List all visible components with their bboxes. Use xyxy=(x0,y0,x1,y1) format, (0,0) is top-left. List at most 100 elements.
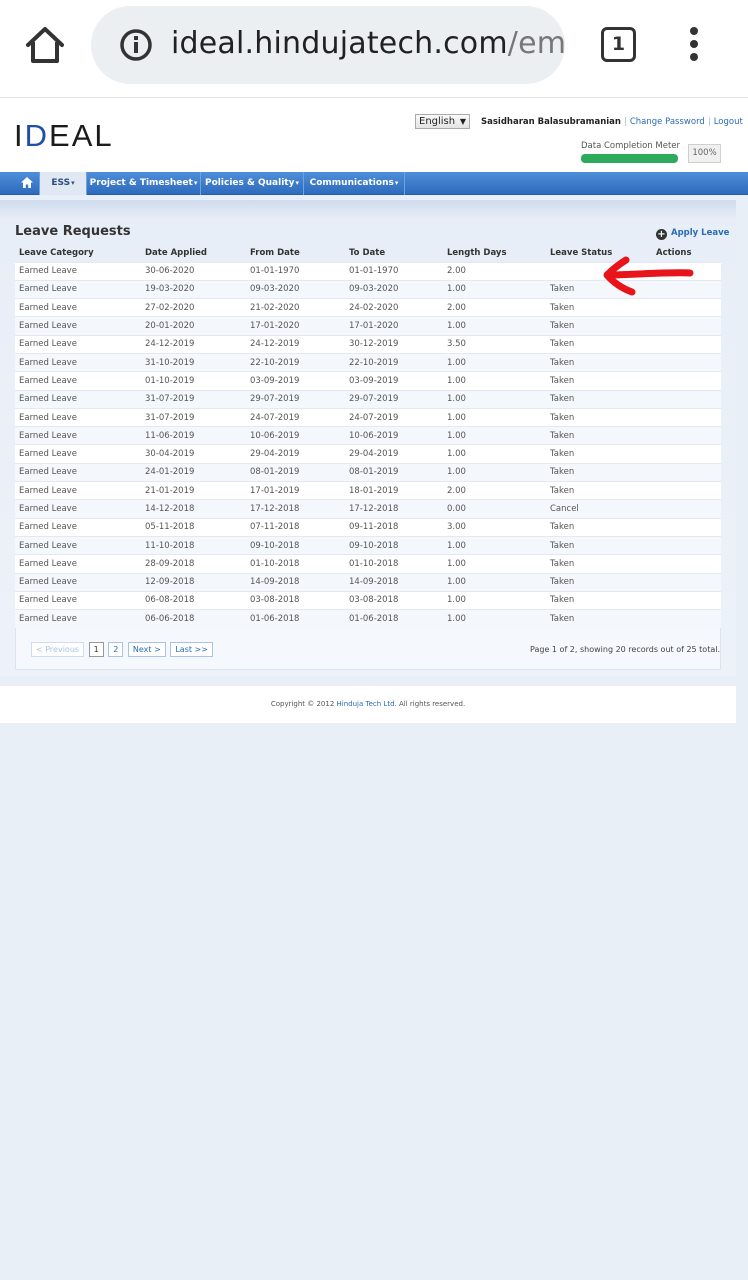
cell-leave-status: Taken xyxy=(546,572,652,592)
cell-date-applied: 31-07-2019 xyxy=(141,407,246,427)
cell-leave-category: Earned Leave xyxy=(15,261,141,281)
cell-date-applied: 30-04-2019 xyxy=(141,444,246,464)
page-summary: Page 1 of 2, showing 20 records out of 2… xyxy=(530,645,721,654)
cell-from-date: 17-01-2020 xyxy=(246,316,345,336)
more-menu-icon[interactable] xyxy=(686,27,702,63)
table-row: Earned Leave 05-11-2018 07-11-2018 09-11-20… xyxy=(15,517,721,537)
cell-from-date: 01-10-2018 xyxy=(246,554,345,574)
cell-to-date: 09-11-2018 xyxy=(345,517,443,537)
cell-leave-status: Taken xyxy=(546,609,652,628)
cell-to-date: 30-12-2019 xyxy=(345,334,443,354)
cell-length-days: 2.00 xyxy=(443,481,546,500)
cell-leave-category: Earned Leave xyxy=(15,279,141,299)
cell-leave-status: Taken xyxy=(546,590,652,610)
ideal-logo[interactable]: IDEAL xyxy=(14,118,114,154)
last-page-button[interactable]: Last >> xyxy=(170,642,213,657)
url-text[interactable]: ideal.hindujatech.com/empl xyxy=(171,26,565,61)
previous-page-button[interactable]: < Previous xyxy=(31,642,85,657)
cell-date-applied: 14-12-2018 xyxy=(141,499,246,519)
info-icon[interactable] xyxy=(119,28,153,62)
url-path: /empl xyxy=(507,26,565,61)
cell-from-date: 01-06-2018 xyxy=(246,609,345,628)
next-page-button[interactable]: Next > xyxy=(127,642,166,657)
cell-leave-category: Earned Leave xyxy=(15,407,141,427)
cell-leave-category: Earned Leave xyxy=(15,316,141,336)
plus-circle-icon: + xyxy=(656,229,667,240)
address-bar[interactable]: ideal.hindujatech.com/empl xyxy=(91,6,565,84)
page-1-button[interactable]: 1 xyxy=(88,642,104,657)
cell-leave-category: Earned Leave xyxy=(15,535,141,555)
cell-length-days: 1.00 xyxy=(443,609,546,628)
cell-date-applied: 01-10-2019 xyxy=(141,371,246,391)
cell-leave-category: Earned Leave xyxy=(15,572,141,592)
cell-length-days: 1.00 xyxy=(443,407,546,427)
cell-to-date: 09-10-2018 xyxy=(345,535,443,555)
table-row: Earned Leave 06-08-2018 03-08-2018 03-08-20… xyxy=(15,590,721,610)
nav-project-timesheet[interactable]: Project & Timesheet▾ xyxy=(87,172,201,195)
cell-leave-status: Taken xyxy=(546,316,652,336)
rights-text: All rights reserved. xyxy=(398,700,466,708)
cell-date-applied: 06-08-2018 xyxy=(141,590,246,610)
cell-to-date: 14-09-2018 xyxy=(345,572,443,592)
logout-link[interactable]: Logout xyxy=(714,117,743,127)
change-password-link[interactable]: Change Password xyxy=(630,117,705,127)
cell-from-date: 03-08-2018 xyxy=(246,590,345,610)
cell-leave-category: Earned Leave xyxy=(15,499,141,519)
cell-date-applied: 11-06-2019 xyxy=(141,426,246,445)
meter-label: Data Completion Meter xyxy=(581,141,681,151)
cell-to-date: 17-01-2020 xyxy=(345,316,443,336)
cell-from-date: 21-02-2020 xyxy=(246,298,345,317)
cell-actions xyxy=(652,609,721,628)
cell-leave-status: Taken xyxy=(546,334,652,354)
cell-from-date: 29-04-2019 xyxy=(246,444,345,464)
cell-leave-category: Earned Leave xyxy=(15,389,141,409)
cell-length-days: 1.00 xyxy=(443,371,546,391)
apply-leave-button[interactable]: + Apply Leave xyxy=(656,228,729,240)
nav-communications[interactable]: Communications▾ xyxy=(304,172,405,195)
cell-to-date: 03-08-2018 xyxy=(345,590,443,610)
cell-to-date: 03-09-2019 xyxy=(345,371,443,391)
page-title: Leave Requests xyxy=(15,224,131,239)
user-links: Sasidharan Balasubramanian | Change Passwo… xyxy=(481,117,743,127)
table-row: Earned Leave 24-12-2019 24-12-2019 30-12-20… xyxy=(15,334,721,354)
cell-leave-status: Taken xyxy=(546,298,652,317)
browser-toolbar: ideal.hindujatech.com/empl 1 xyxy=(0,0,748,98)
cell-actions xyxy=(652,554,721,574)
cell-actions xyxy=(652,298,721,317)
cell-actions xyxy=(652,407,721,427)
cell-length-days: 1.00 xyxy=(443,462,546,482)
cell-from-date: 24-12-2019 xyxy=(246,334,345,354)
content-panel: Leave Requests + Apply Leave Leave Catego… xyxy=(0,200,736,676)
cell-actions xyxy=(652,316,721,336)
tab-switcher-button[interactable]: 1 xyxy=(601,27,636,62)
company-link[interactable]: Hinduja Tech Ltd. xyxy=(337,700,397,708)
cell-from-date: 22-10-2019 xyxy=(246,352,345,372)
table-row: Earned Leave 31-07-2019 24-07-2019 24-07-20… xyxy=(15,407,721,427)
cell-actions xyxy=(652,426,721,445)
nav-communications-label: Communications xyxy=(309,178,394,188)
nav-ess[interactable]: ESS▾ xyxy=(40,172,87,195)
cell-leave-category: Earned Leave xyxy=(15,298,141,317)
table-row: Earned Leave 21-01-2019 17-01-2019 18-01-20… xyxy=(15,481,721,500)
cell-from-date: 29-07-2019 xyxy=(246,389,345,409)
cell-from-date: 17-01-2019 xyxy=(246,481,345,500)
caret-down-icon: ▾ xyxy=(193,179,198,187)
cell-leave-category: Earned Leave xyxy=(15,371,141,391)
cell-length-days: 1.00 xyxy=(443,444,546,464)
page-2-button[interactable]: 2 xyxy=(108,642,124,657)
col-from-date: From Date xyxy=(250,247,300,258)
nav-policies-quality[interactable]: Policies & Quality▾ xyxy=(201,172,304,195)
language-select[interactable]: English ▼ xyxy=(415,114,470,129)
table-row: Earned Leave 24-01-2019 08-01-2019 08-01-20… xyxy=(15,462,721,482)
cell-leave-status: Taken xyxy=(546,517,652,537)
cell-leave-category: Earned Leave xyxy=(15,554,141,574)
cell-date-applied: 31-10-2019 xyxy=(141,352,246,372)
home-icon[interactable] xyxy=(22,24,68,66)
table-body: Earned Leave 30-06-2020 01-01-1970 01-01-19… xyxy=(15,261,721,628)
cell-leave-status: Taken xyxy=(546,481,652,500)
main-nav: ESS▾ Project & Timesheet▾ Policies & Qua… xyxy=(0,172,748,195)
table-row: Earned Leave 14-12-2018 17-12-2018 17-12-20… xyxy=(15,499,721,519)
cell-leave-category: Earned Leave xyxy=(15,352,141,372)
cell-to-date: 29-04-2019 xyxy=(345,444,443,464)
nav-home[interactable] xyxy=(14,172,40,195)
